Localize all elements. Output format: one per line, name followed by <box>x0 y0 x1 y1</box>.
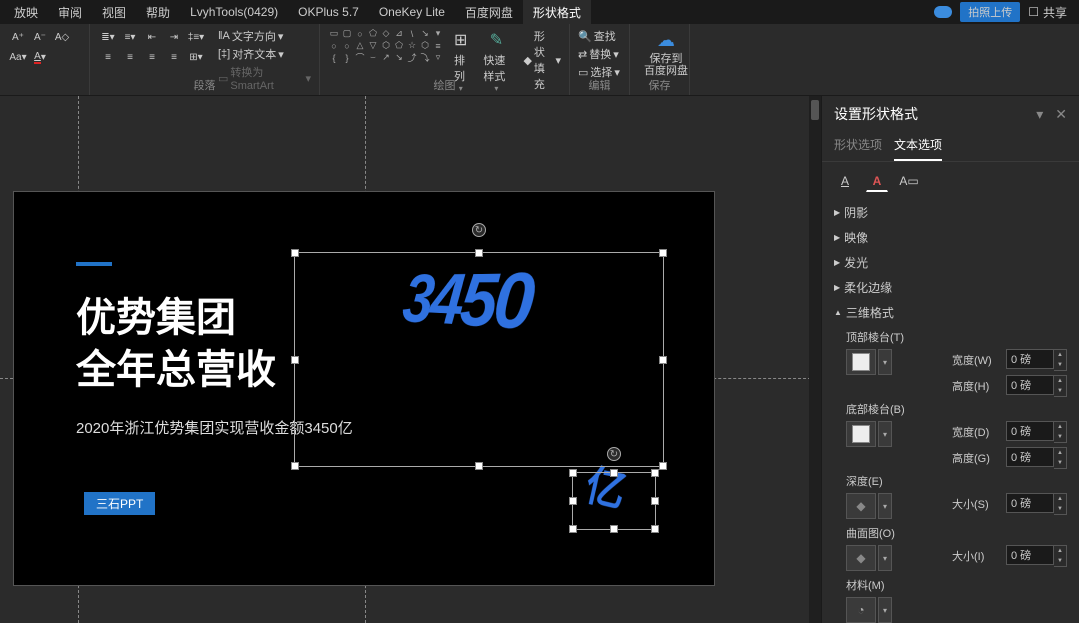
font-increase-button[interactable]: A⁺ <box>8 28 28 46</box>
paragraph-group-label: 段落 <box>90 77 319 93</box>
material-label: 材料(M) <box>846 577 1067 593</box>
align-justify-button[interactable]: ≡ <box>164 48 184 66</box>
scrollbar-vertical[interactable] <box>809 96 821 623</box>
resize-handle[interactable] <box>291 249 299 257</box>
save-group-label: 保存 <box>630 77 689 93</box>
menu-view[interactable]: 视图 <box>92 0 136 25</box>
bottom-bevel-label: 底部棱台(B) <box>846 401 1067 417</box>
dropdown-icon[interactable]: ▾ <box>878 421 892 447</box>
font-decrease-button[interactable]: A⁻ <box>30 28 50 46</box>
distribute-button[interactable]: ⊞▾ <box>186 48 206 66</box>
text-direction-button[interactable]: ‖A 文字方向 ▾ <box>218 28 311 44</box>
highlight-button[interactable]: Aa▾ <box>8 48 28 66</box>
menu-okplus[interactable]: OKPlus 5.7 <box>288 1 369 23</box>
slide[interactable]: 优势集团 全年总营收 2020年浙江优势集团实现营收金额3450亿 三石PPT … <box>13 191 715 586</box>
canvas[interactable]: 优势集团 全年总营收 2020年浙江优势集团实现营收金额3450亿 三石PPT … <box>0 96 821 623</box>
slide-tag: 三石PPT <box>84 492 155 515</box>
resize-handle[interactable] <box>610 525 618 533</box>
align-center-button[interactable]: ≡ <box>120 48 140 66</box>
line-spacing-button[interactable]: ‡≡▾ <box>186 28 206 46</box>
section-glow[interactable]: ▶发光 <box>822 250 1079 275</box>
numbering-button[interactable]: ≡▾ <box>120 28 140 46</box>
upload-button[interactable]: 拍照上传 <box>960 2 1020 22</box>
menu-review[interactable]: 审阅 <box>48 0 92 25</box>
bottom-bevel-picker[interactable] <box>846 421 876 447</box>
dropdown-icon[interactable]: ▾ <box>878 493 892 519</box>
resize-handle[interactable] <box>291 356 299 364</box>
dropdown-icon[interactable]: ▾ <box>878 597 892 623</box>
text-effects-icon[interactable]: A <box>866 170 888 192</box>
font-color-button[interactable]: A▾ <box>30 48 50 66</box>
resize-handle[interactable] <box>569 525 577 533</box>
replace-button[interactable]: ⇄ 替换 ▾ <box>578 46 620 62</box>
edit-group-label: 编辑 <box>570 77 629 93</box>
find-button[interactable]: 🔍 查找 <box>578 28 620 44</box>
dropdown-icon[interactable]: ▾ <box>878 349 892 375</box>
shapes-gallery[interactable]: ▭▢○⬠◇⊿\↘▾ ○○△▽⬡⬠☆⬡≡ {}⌒⌣↗↘⤴⤵▿ <box>328 28 444 63</box>
resize-handle[interactable] <box>659 356 667 364</box>
contour-size-input[interactable]: ▲▼ <box>1006 545 1067 567</box>
align-left-button[interactable]: ≡ <box>98 48 118 66</box>
indent-inc-button[interactable]: ⇥ <box>164 28 184 46</box>
contour-color-picker[interactable]: ◆ <box>846 545 876 571</box>
material-picker[interactable]: ◔ <box>846 597 876 623</box>
ribbon: A⁺ A⁻ A◇ Aa▾ A▾ ≣▾ ≡▾ ⇤ ⇥ ‡≡▾ <box>0 24 1079 96</box>
bullets-button[interactable]: ≣▾ <box>98 28 118 46</box>
menu-slideshow[interactable]: 放映 <box>4 0 48 25</box>
bottom-bevel-height-input[interactable]: ▲▼ <box>1006 447 1067 469</box>
menu-bar: 放映 审阅 视图 帮助 LvyhTools(0429) OKPlus 5.7 O… <box>0 0 1079 24</box>
resize-handle[interactable] <box>659 462 667 470</box>
accent-bar <box>76 262 112 266</box>
resize-handle[interactable] <box>651 469 659 477</box>
menu-help[interactable]: 帮助 <box>136 0 180 25</box>
resize-handle[interactable] <box>291 462 299 470</box>
share-button[interactable]: ☐ 共享 <box>1020 2 1075 23</box>
depth-size-input[interactable]: ▲▼ <box>1006 493 1067 515</box>
section-soft-edges[interactable]: ▶柔化边缘 <box>822 275 1079 300</box>
menu-shape-format[interactable]: 形状格式 <box>523 0 591 25</box>
unit-text[interactable]: 亿 <box>583 449 621 521</box>
resize-handle[interactable] <box>651 525 659 533</box>
panel-menu-icon[interactable]: ▾ <box>1036 106 1043 123</box>
menu-lvyhtools[interactable]: LvyhTools(0429) <box>180 1 288 23</box>
format-shape-panel: 设置形状格式 ▾ ✕ 形状选项 文本选项 A A A▭ ▶阴影 ▶映像 ▶发光 … <box>821 96 1079 623</box>
workspace: 优势集团 全年总营收 2020年浙江优势集团实现营收金额3450亿 三石PPT … <box>0 96 1079 623</box>
section-reflection[interactable]: ▶映像 <box>822 225 1079 250</box>
save-baidu-button[interactable]: ☁ 保存到 百度网盘 <box>638 28 694 79</box>
resize-handle[interactable] <box>651 497 659 505</box>
scrollbar-thumb[interactable] <box>811 100 819 120</box>
indent-dec-button[interactable]: ⇤ <box>142 28 162 46</box>
clear-format-button[interactable]: A◇ <box>52 28 72 46</box>
tab-text-options[interactable]: 文本选项 <box>894 132 942 161</box>
text-fill-icon[interactable]: A <box>834 170 856 192</box>
panel-close-icon[interactable]: ✕ <box>1055 106 1067 123</box>
section-3d-format[interactable]: ▲三维格式 <box>822 300 1079 325</box>
depth-color-picker[interactable]: ◆ <box>846 493 876 519</box>
slide-subtitle: 2020年浙江优势集团实现营收金额3450亿 <box>76 417 353 438</box>
resize-handle[interactable] <box>569 497 577 505</box>
rotate-handle[interactable]: ↻ <box>472 223 486 237</box>
cloud-icon[interactable] <box>926 4 960 20</box>
align-text-button[interactable]: [‡] 对齐文本 ▾ <box>218 46 311 62</box>
menu-onekey[interactable]: OneKey Lite <box>369 1 455 23</box>
bottom-bevel-width-input[interactable]: ▲▼ <box>1006 421 1067 443</box>
dropdown-icon[interactable]: ▾ <box>878 545 892 571</box>
resize-handle[interactable] <box>475 249 483 257</box>
resize-handle[interactable] <box>659 249 667 257</box>
contour-label: 曲面图(O) <box>846 525 1067 541</box>
top-bevel-height-input[interactable]: ▲▼ <box>1006 375 1067 397</box>
top-bevel-picker[interactable] <box>846 349 876 375</box>
depth-label: 深度(E) <box>846 473 1067 489</box>
textbox-icon[interactable]: A▭ <box>898 170 920 192</box>
align-right-button[interactable]: ≡ <box>142 48 162 66</box>
menu-baidu[interactable]: 百度网盘 <box>455 0 523 25</box>
section-shadow[interactable]: ▶阴影 <box>822 200 1079 225</box>
slide-title: 优势集团 全年总营收 <box>76 292 276 396</box>
top-bevel-width-input[interactable]: ▲▼ <box>1006 349 1067 371</box>
top-bevel-label: 顶部棱台(T) <box>846 329 1067 345</box>
tab-shape-options[interactable]: 形状选项 <box>834 132 882 161</box>
panel-title: 设置形状格式 <box>834 104 918 124</box>
draw-group-label: 绘图 <box>320 77 569 93</box>
resize-handle[interactable] <box>475 462 483 470</box>
